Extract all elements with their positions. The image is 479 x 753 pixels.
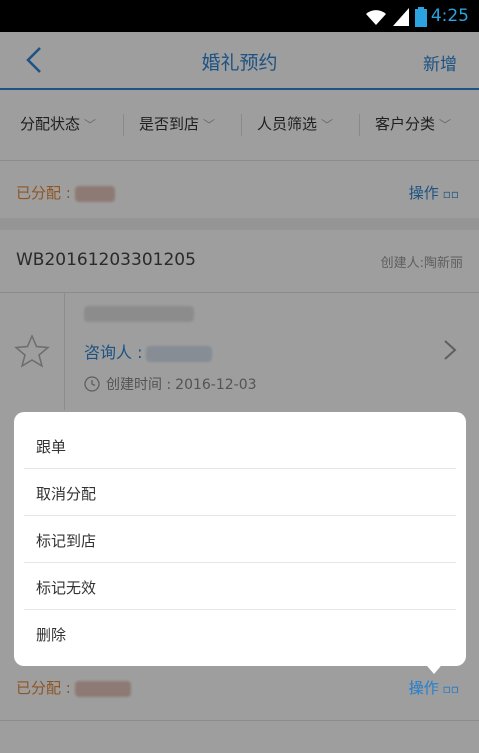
status-time: 4:25 [430,6,469,26]
menu-divider [24,562,456,563]
menu-pointer [422,660,446,674]
battery-icon [415,7,427,27]
status-icons [365,7,427,27]
menu-item-mark-invalid[interactable]: 标记无效 [36,577,96,598]
wifi-icon [366,10,386,25]
action-menu: 跟单 取消分配 标记到店 标记无效 删除 [14,412,466,666]
status-bar: 4:25 [0,0,479,32]
menu-divider [24,468,456,469]
menu-item-delete[interactable]: 删除 [36,624,66,645]
signal-icon [393,8,409,26]
menu-item-cancel-assign[interactable]: 取消分配 [36,483,96,504]
operations-button-active[interactable]: 操作 ▫▫ [409,677,459,698]
menu-divider [24,609,456,610]
menu-divider [24,515,456,516]
grid-icon: ▫▫ [442,682,459,696]
menu-item-follow-up[interactable]: 跟单 [36,436,66,457]
menu-item-mark-visited[interactable]: 标记到店 [36,530,96,551]
